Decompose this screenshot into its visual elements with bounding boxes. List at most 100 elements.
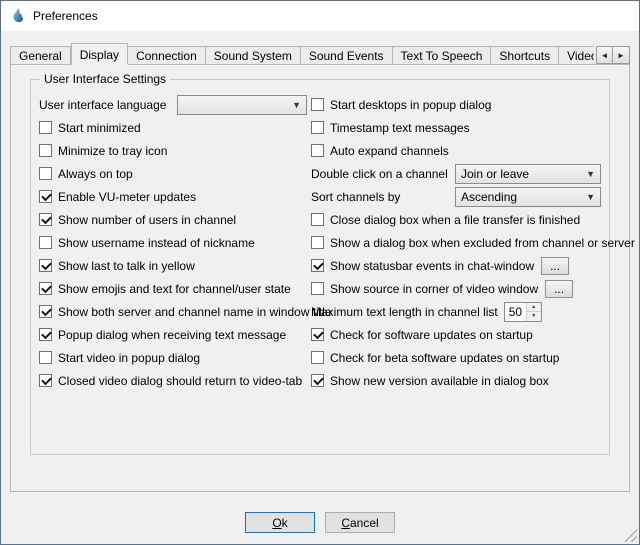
tab-display[interactable]: Display (71, 43, 128, 65)
tab-scroller: ◄ ► (596, 46, 630, 64)
checkbox[interactable] (39, 282, 52, 295)
max-text-length-input[interactable]: 50 (505, 303, 526, 321)
checkbox-close-on-file-transfer[interactable]: Close dialog box when a file transfer is… (311, 208, 601, 231)
checkbox-dialog-when-excluded[interactable]: Show a dialog box when excluded from cha… (311, 231, 601, 254)
checkbox-label: Popup dialog when receiving text message (58, 328, 286, 342)
checkbox[interactable] (39, 351, 52, 364)
titlebar[interactable]: Preferences (1, 1, 639, 31)
checkbox[interactable] (39, 144, 52, 157)
checkbox-auto-expand-channels[interactable]: Auto expand channels (311, 139, 601, 162)
checkbox[interactable] (311, 374, 324, 387)
checkbox-start-video-popup[interactable]: Start video in popup dialog (39, 346, 311, 369)
max-text-length-spinner[interactable]: 50 ▲ ▼ (504, 302, 542, 322)
checkbox[interactable] (311, 328, 324, 341)
checkbox-closed-video-return[interactable]: Closed video dialog should return to vid… (39, 369, 311, 392)
checkbox[interactable] (311, 282, 324, 295)
language-row: User interface language ▼ (39, 93, 311, 116)
checkbox-label: Minimize to tray icon (58, 144, 167, 158)
checkbox[interactable] (39, 213, 52, 226)
tab-list: General Display Connection Sound System … (10, 43, 594, 65)
checkbox[interactable] (311, 351, 324, 364)
checkbox-check-updates[interactable]: Check for software updates on startup (311, 323, 601, 346)
checkbox-always-on-top[interactable]: Always on top (39, 162, 311, 185)
checkbox-label: Start minimized (58, 121, 141, 135)
language-label: User interface language (39, 98, 166, 112)
checkbox-label: Close dialog box when a file transfer is… (330, 213, 580, 227)
sort-channels-row: Sort channels by Ascending ▼ (311, 185, 601, 208)
ellipsis-label: ... (554, 285, 564, 293)
checkbox-show-emojis[interactable]: Show emojis and text for channel/user st… (39, 277, 311, 300)
checkbox[interactable] (39, 121, 52, 134)
tab-sound-system[interactable]: Sound System (206, 46, 301, 65)
checkbox[interactable] (311, 259, 324, 272)
statusbar-events-options-button[interactable]: ... (541, 257, 569, 275)
checkbox[interactable] (39, 167, 52, 180)
checkbox-label: Timestamp text messages (330, 121, 470, 135)
checkbox[interactable] (39, 259, 52, 272)
left-column: User interface language ▼ Start minimize… (39, 93, 311, 392)
checkbox-label: Show statusbar events in chat-window (330, 259, 534, 273)
spin-up-icon: ▲ (531, 304, 536, 310)
checkbox-start-desktops-popup[interactable]: Start desktops in popup dialog (311, 93, 601, 116)
double-click-value: Join or leave (461, 167, 582, 181)
ok-button-label: Ok (254, 516, 306, 530)
max-text-length-label: Maximum text length in channel list (311, 305, 498, 319)
checkbox[interactable] (39, 328, 52, 341)
checkbox-label: Show both server and channel name in win… (58, 305, 332, 319)
ok-button[interactable]: Ok (245, 512, 315, 533)
dropdown-arrow-icon: ▼ (586, 169, 595, 179)
tab-connection[interactable]: Connection (128, 46, 206, 65)
checkbox[interactable] (311, 144, 324, 157)
tab-text-to-speech[interactable]: Text To Speech (393, 46, 492, 65)
checkbox[interactable] (39, 236, 52, 249)
checkbox-show-new-version[interactable]: Show new version available in dialog box (311, 369, 601, 392)
checkbox-label: Show last to talk in yellow (58, 259, 195, 273)
checkbox[interactable] (39, 305, 52, 318)
tab-scroll-left-icon: ◄ (601, 51, 609, 60)
tab-sound-events[interactable]: Sound Events (301, 46, 393, 65)
checkbox-enable-vu-meter[interactable]: Enable VU-meter updates (39, 185, 311, 208)
checkbox-label: Show source in corner of video window (330, 282, 538, 296)
spin-up-button[interactable]: ▲ (527, 303, 541, 312)
double-click-combobox[interactable]: Join or leave ▼ (455, 164, 601, 184)
checkbox[interactable] (39, 190, 52, 203)
checkbox[interactable] (311, 236, 324, 249)
video-source-options-button[interactable]: ... (545, 280, 573, 298)
checkbox-show-user-count[interactable]: Show number of users in channel (39, 208, 311, 231)
double-click-row: Double click on a channel Join or leave … (311, 162, 601, 185)
checkbox-check-beta-updates[interactable]: Check for beta software updates on start… (311, 346, 601, 369)
checkbox[interactable] (311, 121, 324, 134)
tab-shortcuts[interactable]: Shortcuts (491, 46, 559, 65)
sort-channels-combobox[interactable]: Ascending ▼ (455, 187, 601, 207)
spinner-buttons: ▲ ▼ (526, 303, 541, 321)
checkbox-label: Show username instead of nickname (58, 236, 255, 250)
user-interface-settings-group: User Interface Settings User interface l… (30, 79, 610, 455)
dialog-buttons: Ok Cancel (1, 512, 639, 533)
checkbox-label: Check for software updates on startup (330, 328, 533, 342)
tab-general[interactable]: General (10, 46, 71, 65)
checkbox-label: Show new version available in dialog box (330, 374, 549, 388)
tab-video[interactable]: Video (559, 46, 594, 65)
checkbox-label: Auto expand channels (330, 144, 449, 158)
checkbox-server-channel-in-title[interactable]: Show both server and channel name in win… (39, 300, 311, 323)
checkbox[interactable] (39, 374, 52, 387)
checkbox-timestamp-messages[interactable]: Timestamp text messages (311, 116, 601, 139)
right-column: Start desktops in popup dialog Timestamp… (311, 93, 601, 392)
checkbox[interactable] (311, 213, 324, 226)
spin-down-icon: ▼ (531, 313, 536, 319)
checkbox-popup-on-text-message[interactable]: Popup dialog when receiving text message (39, 323, 311, 346)
tab-scroll-left-button[interactable]: ◄ (596, 46, 613, 64)
checkbox[interactable] (311, 98, 324, 111)
checkbox-label: Show emojis and text for channel/user st… (58, 282, 291, 296)
checkbox-label: Check for beta software updates on start… (330, 351, 559, 365)
tab-bar: General Display Connection Sound System … (10, 43, 630, 65)
checkbox-show-username[interactable]: Show username instead of nickname (39, 231, 311, 254)
cancel-button[interactable]: Cancel (325, 512, 395, 533)
language-combobox[interactable]: ▼ (177, 95, 307, 115)
tab-scroll-right-button[interactable]: ► (613, 46, 630, 64)
tab-scroll-right-icon: ► (617, 51, 625, 60)
checkbox-start-minimized[interactable]: Start minimized (39, 116, 311, 139)
spin-down-button[interactable]: ▼ (527, 311, 541, 321)
checkbox-last-to-talk-yellow[interactable]: Show last to talk in yellow (39, 254, 311, 277)
checkbox-minimize-to-tray[interactable]: Minimize to tray icon (39, 139, 311, 162)
